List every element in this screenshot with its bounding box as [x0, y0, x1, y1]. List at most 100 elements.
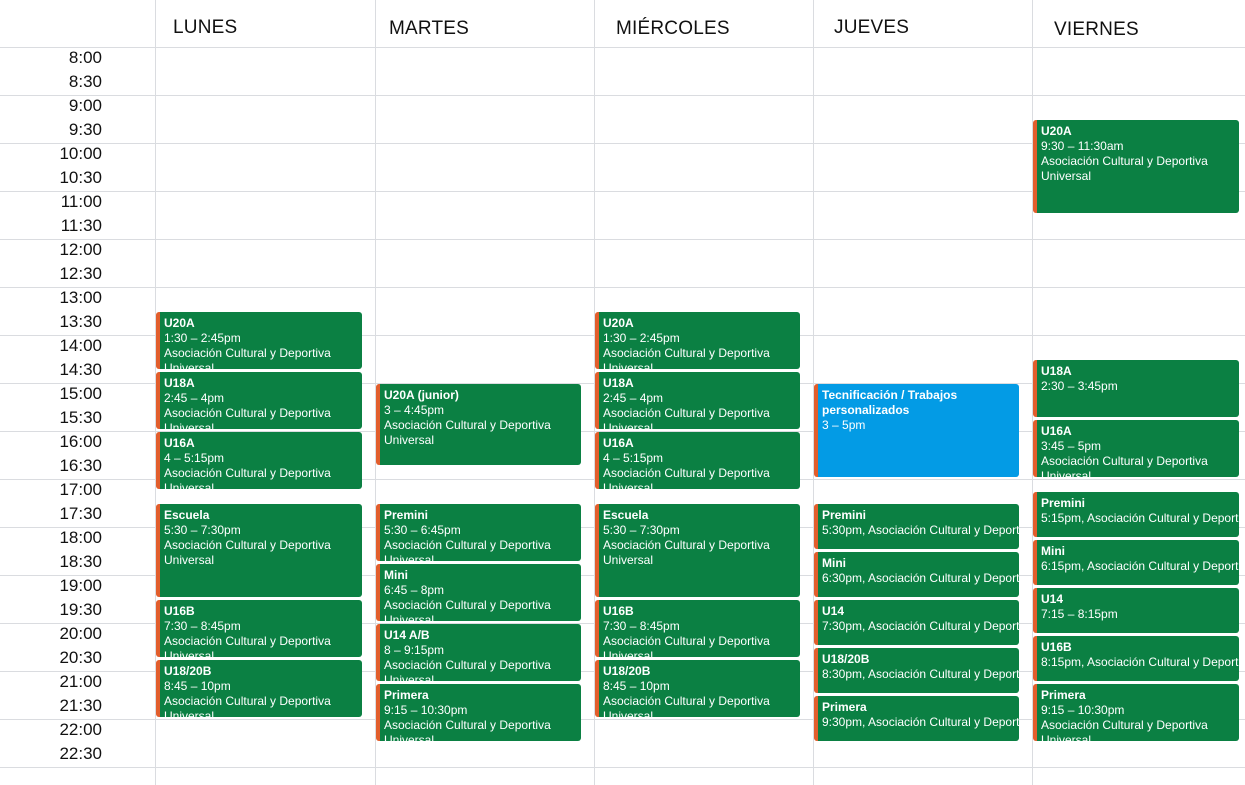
- event-detail: Asociación Cultural y Deportiva Universa…: [384, 658, 551, 681]
- event-detail: 7:15 – 8:15pm: [1041, 607, 1118, 621]
- event-title: Tecnificación / Trabajos personalizados: [822, 388, 958, 417]
- calendar-event[interactable]: Escuela 5:30 – 7:30pm Asociación Cultural …: [595, 504, 800, 597]
- event-title: U20A: [164, 316, 195, 330]
- event-title: U18/20B: [822, 652, 870, 666]
- event-detail: Asociación Cultural y Deportiva Universa…: [164, 406, 331, 429]
- time-label: 16:30: [59, 456, 102, 475]
- event-detail: 8:15pm, Asociación Cultural y Deportiva …: [1041, 655, 1239, 669]
- calendar-event[interactable]: U20A 1:30 – 2:45pm Asociación Cultural y D…: [156, 312, 362, 369]
- time-label: 12:00: [59, 240, 102, 259]
- event-title: U18/20B: [164, 664, 212, 678]
- time-label: 19:30: [59, 600, 102, 619]
- event-detail: 2:45 – 4pm: [164, 391, 225, 405]
- event-detail: 1:30 – 2:45pm: [603, 331, 680, 345]
- time-label: 15:30: [59, 408, 102, 427]
- calendar-event[interactable]: U147:30pm, Asociación Cultural y Deporti…: [814, 600, 1019, 645]
- time-label: 10:00: [59, 144, 102, 163]
- event-title: U20A: [1041, 124, 1072, 138]
- grid-hour-line: [0, 767, 1245, 768]
- event-title: U16B: [603, 604, 634, 618]
- event-title: U16A: [603, 436, 634, 450]
- calendar-event[interactable]: U16B 8:15pm, Asociación Cultural y Deport…: [1033, 636, 1239, 681]
- calendar-event[interactable]: U18/20B 8:30pm, Asociación Cultural y Dep…: [814, 648, 1019, 693]
- event-detail: 9:15 – 10:30pm: [384, 703, 468, 717]
- calendar-event[interactable]: Mini 6:30pm, Asociación Cultural y Deport…: [814, 552, 1019, 597]
- time-label: 20:00: [59, 624, 102, 643]
- calendar-event[interactable]: U14 7:15 – 8:15pm: [1033, 588, 1239, 633]
- event-detail: Asociación Cultural y Deportiva Universa…: [603, 538, 770, 567]
- event-title: U14 A/B: [384, 628, 430, 642]
- event-detail: 8:30pm, Asociación Cultural y Deportiva …: [822, 667, 1019, 681]
- calendar-event[interactable]: Primera 9:30pm, Asociación Cultural y Dep…: [814, 696, 1019, 741]
- calendar-event[interactable]: Premini 5:30 – 6:45pm Asociación Cultural …: [376, 504, 581, 561]
- event-detail: Asociación Cultural y Deportiva Universa…: [384, 598, 551, 621]
- calendar-event[interactable]: Primera 9:15 – 10:30pm Asociación Cultural…: [1033, 684, 1239, 741]
- calendar-event[interactable]: U14 A/B 8 – 9:15pm Asociación Cultural y D…: [376, 624, 581, 681]
- calendar-event[interactable]: Premini 5:15pm, Asociación Cultural y Dep…: [1033, 492, 1239, 537]
- event-detail: 8:45 – 10pm: [164, 679, 231, 693]
- event-title: Primera: [822, 700, 867, 714]
- time-label: 9:00: [68, 96, 102, 115]
- day-header-3: JUEVES: [834, 17, 910, 38]
- event-detail: Asociación Cultural y Deportiva Universa…: [603, 466, 770, 489]
- calendar-event[interactable]: U18/20B 8:45 – 10pm Asociación Cultural y …: [156, 660, 362, 717]
- calendar-event[interactable]: U16B 7:30 – 8:45pm Asociación Cultural y D…: [156, 600, 362, 657]
- calendar-event[interactable]: U16B 7:30 – 8:45pm Asociación Cultural y D…: [595, 600, 800, 657]
- event-detail: Asociación Cultural y Deportiva Universa…: [384, 718, 551, 741]
- time-label: 12:30: [59, 264, 102, 283]
- event-detail: 8:45 – 10pm: [603, 679, 670, 693]
- calendar-event[interactable]: Mini 6:45 – 8pm Asociación Cultural y Depo…: [376, 564, 581, 621]
- calendar-event[interactable]: U20A 9:30 – 11:30am Asociación Cultural y …: [1033, 120, 1239, 213]
- calendar-event[interactable]: U18/20B 8:45 – 10pm Asociación Cultural y …: [595, 660, 800, 717]
- calendar-event[interactable]: U16A 4 – 5:15pm Asociación Cultural y Depo…: [595, 432, 800, 489]
- calendar-event[interactable]: U18A 2:45 – 4pm Asociación Cultural y Depo…: [156, 372, 362, 429]
- event-detail: Asociación Cultural y Deportiva Universa…: [164, 694, 331, 717]
- calendar-event[interactable]: U16A 3:45 – 5pm Asociación Cultural y Depo…: [1033, 420, 1239, 477]
- event-title: Mini: [1041, 544, 1065, 558]
- event-detail: 1:30 – 2:45pm: [164, 331, 241, 345]
- calendar-event[interactable]: U18A 2:45 – 4pm Asociación Cultural y Depo…: [595, 372, 800, 429]
- calendar-event[interactable]: Mini 6:15pm, Asociación Cultural y Deport…: [1033, 540, 1239, 585]
- time-label: 15:00: [59, 384, 102, 403]
- event-title: U18A: [603, 376, 634, 390]
- time-label: 14:00: [59, 336, 102, 355]
- event-detail: 7:30 – 8:45pm: [603, 619, 680, 633]
- calendar-event[interactable]: Premini 5:30pm, Asociación Cultural y Dep…: [814, 504, 1019, 549]
- event-detail: 5:30pm, Asociación Cultural y Deportiva …: [822, 523, 1019, 537]
- event-title: Mini: [384, 568, 408, 582]
- calendar-event[interactable]: U18A 2:30 – 3:45pm: [1033, 360, 1239, 417]
- event-title: U20A (junior): [384, 388, 459, 402]
- time-label: 20:30: [59, 648, 102, 667]
- event-title: Premini: [1041, 496, 1086, 510]
- calendar-event[interactable]: Escuela 5:30 – 7:30pm Asociación Cultural …: [156, 504, 362, 597]
- day-header-2: MIÉRCOLES: [616, 18, 730, 39]
- calendar-event[interactable]: Primera 9:15 – 10:30pm Asociación Cultural…: [376, 684, 581, 741]
- event-detail: Asociación Cultural y Deportiva Universa…: [164, 634, 331, 657]
- event-detail: 7:30pm, Asociación Cultural y Deportiva …: [822, 619, 1019, 633]
- time-label: 11:00: [60, 192, 102, 211]
- time-label: 22:30: [59, 744, 102, 763]
- event-detail: Asociación Cultural y Deportiva Universa…: [164, 538, 331, 567]
- event-detail: Asociación Cultural y Deportiva Universa…: [603, 694, 770, 717]
- time-label: 8:00: [68, 48, 102, 67]
- event-title: U18A: [1041, 364, 1072, 378]
- event-detail: 5:15pm, Asociación Cultural y Deportiva …: [1041, 511, 1239, 525]
- event-detail: 3:45 – 5pm: [1041, 439, 1102, 453]
- time-label: 13:00: [59, 288, 102, 307]
- day-header-0: LUNES: [173, 17, 238, 38]
- event-detail: Asociación Cultural y Deportiva Universa…: [1041, 718, 1208, 741]
- calendar-event[interactable]: U16A 4 – 5:15pm Asociación Cultural y Depo…: [156, 432, 362, 489]
- day-header-4: VIERNES: [1054, 19, 1139, 40]
- time-label: 14:30: [59, 360, 102, 379]
- event-detail: 5:30 – 7:30pm: [603, 523, 680, 537]
- calendar-event[interactable]: Tecnificación / Trabajos personalizados 3…: [814, 384, 1019, 477]
- grid-hour-line: [0, 95, 1245, 96]
- event-detail: Asociación Cultural y Deportiva Universa…: [1041, 154, 1208, 183]
- event-detail: 4 – 5:15pm: [603, 451, 664, 465]
- calendar-event[interactable]: U20A 1:30 – 2:45pm Asociación Cultural y D…: [595, 312, 800, 369]
- event-detail: 5:30 – 7:30pm: [164, 523, 241, 537]
- time-label: 8:30: [68, 72, 102, 91]
- event-detail: Asociación Cultural y Deportiva Universa…: [603, 406, 770, 429]
- time-label: 17:00: [59, 480, 102, 499]
- calendar-event[interactable]: U20A (junior) 3 – 4:45pm Asociación Cultur…: [376, 384, 581, 465]
